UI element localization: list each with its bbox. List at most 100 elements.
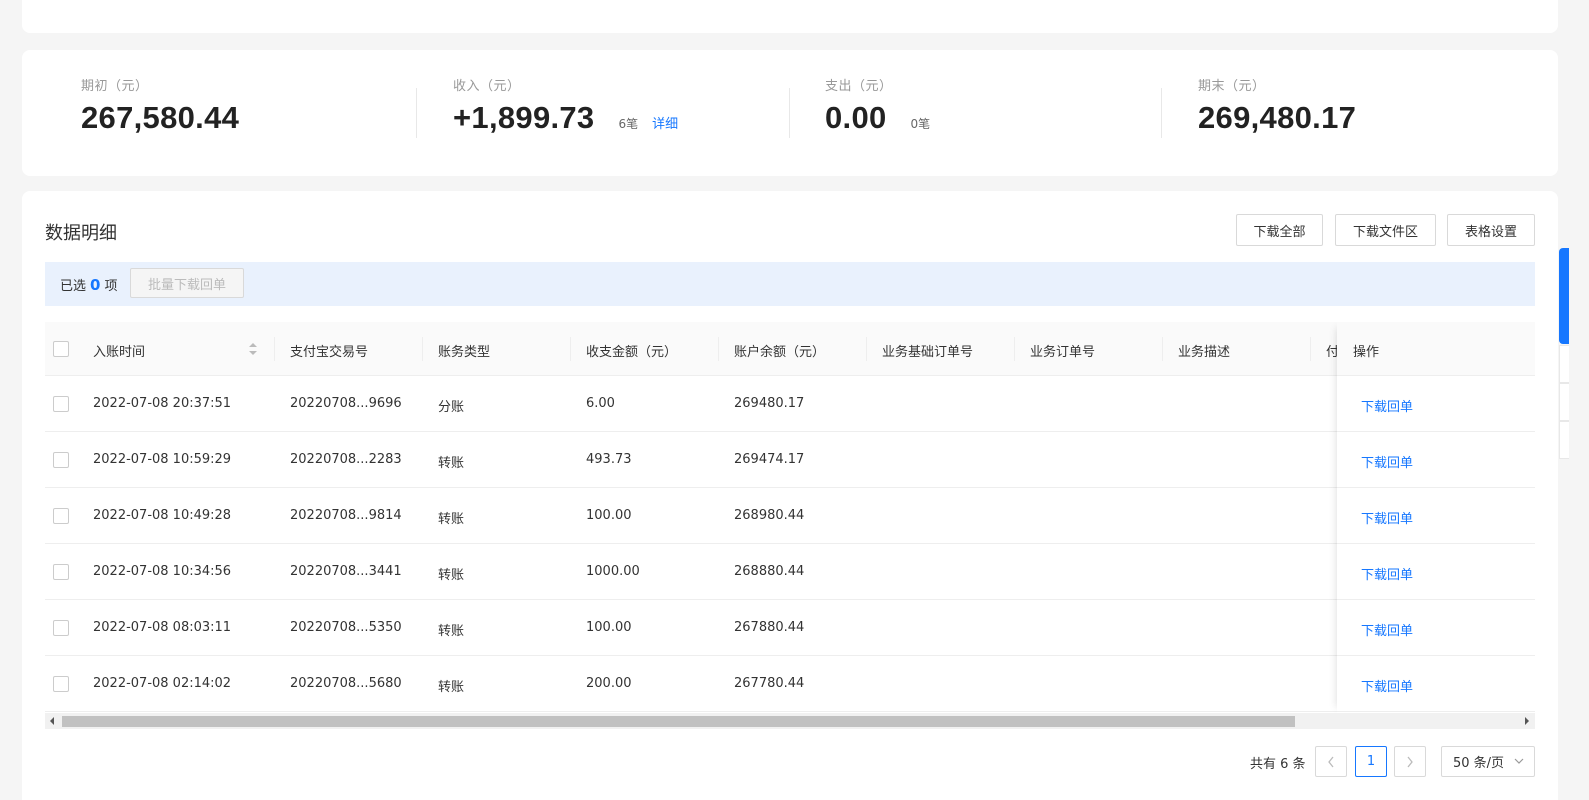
row-checkbox[interactable] xyxy=(53,396,69,412)
chevron-left-icon xyxy=(1328,756,1334,767)
col-action: 操作 xyxy=(1353,345,1380,360)
download-receipt-link[interactable]: 下载回单 xyxy=(1361,396,1413,415)
row-checkbox[interactable] xyxy=(53,620,69,636)
cell-trade-no: 20220708...5350 xyxy=(290,620,402,635)
closing-label: 期末（元） xyxy=(1198,79,1266,94)
download-receipt-link[interactable]: 下载回单 xyxy=(1361,508,1413,527)
cell-time: 2022-07-08 20:37:51 xyxy=(93,396,232,411)
page-size-value: 50 条/页 xyxy=(1453,756,1505,771)
row-checkbox[interactable] xyxy=(53,452,69,468)
cell-type: 分账 xyxy=(438,400,465,415)
cell-time: 2022-07-08 02:14:02 xyxy=(93,676,232,691)
cell-balance: 267880.44 xyxy=(734,620,805,635)
cell-time: 2022-07-08 08:03:11 xyxy=(93,620,232,635)
selection-text: 已选 0 项 xyxy=(60,275,117,294)
selection-suffix: 项 xyxy=(104,279,118,294)
cell-time: 2022-07-08 10:59:29 xyxy=(93,452,232,467)
download-receipt-link[interactable]: 下载回单 xyxy=(1361,564,1413,583)
action-row: 下载回单 xyxy=(1337,656,1535,712)
cell-time: 2022-07-08 10:34:56 xyxy=(93,564,232,579)
col-separator xyxy=(422,337,423,361)
cell-amount: 1000.00 xyxy=(586,564,640,579)
row-checkbox[interactable] xyxy=(53,676,69,692)
chevron-right-icon xyxy=(1407,756,1413,767)
download-receipt-link[interactable]: 下载回单 xyxy=(1361,452,1413,471)
prev-page-button[interactable] xyxy=(1315,746,1347,777)
scroll-thumb[interactable] xyxy=(62,716,1295,727)
batch-download-button[interactable]: 批量下载回单 xyxy=(130,268,244,298)
selection-count: 0 xyxy=(90,276,101,294)
expense-label: 支出（元） xyxy=(825,79,893,94)
download-area-button[interactable]: 下载文件区 xyxy=(1335,214,1436,246)
action-row: 下载回单 xyxy=(1337,376,1535,432)
col-separator xyxy=(274,337,275,361)
income-label: 收入（元） xyxy=(453,79,521,94)
sort-icon[interactable] xyxy=(248,342,258,356)
fixed-action-column: 操作 下载回单 下载回单 下载回单 下载回单 下载回单 下载回单 xyxy=(1337,322,1535,713)
cell-trade-no: 20220708...9814 xyxy=(290,508,402,523)
col-time[interactable]: 入账时间 xyxy=(93,341,145,360)
expense-value: 0.00 xyxy=(825,100,887,135)
cell-amount: 6.00 xyxy=(586,396,615,411)
horizontal-scrollbar[interactable] xyxy=(45,713,1535,729)
cell-trade-no: 20220708...3441 xyxy=(290,564,402,579)
cell-trade-no: 20220708...2283 xyxy=(290,452,402,467)
pagination-total: 共有 6 条 xyxy=(1250,757,1306,772)
stat-expense: 支出（元） 0.00 0笔 xyxy=(825,75,930,136)
action-row: 下载回单 xyxy=(1337,488,1535,544)
col-separator xyxy=(1014,337,1015,361)
stat-opening: 期初（元） 267,580.44 xyxy=(81,75,239,136)
table-settings-button[interactable]: 表格设置 xyxy=(1447,214,1535,246)
page-1-button[interactable]: 1 xyxy=(1355,746,1387,777)
selection-prefix: 已选 xyxy=(60,279,87,294)
action-row: 下载回单 xyxy=(1337,544,1535,600)
col-description: 业务描述 xyxy=(1178,345,1231,360)
download-all-button[interactable]: 下载全部 xyxy=(1236,214,1323,246)
cell-type: 转账 xyxy=(438,512,465,527)
action-header: 操作 xyxy=(1337,322,1535,376)
download-receipt-link[interactable]: 下载回单 xyxy=(1361,676,1413,695)
row-checkbox[interactable] xyxy=(53,508,69,524)
cell-balance: 267780.44 xyxy=(734,676,805,691)
next-page-button[interactable] xyxy=(1394,746,1426,777)
cell-balance: 268980.44 xyxy=(734,508,805,523)
col-trade-no: 支付宝交易号 xyxy=(290,345,369,360)
side-tab[interactable] xyxy=(1559,421,1569,459)
col-amount: 收支金额（元） xyxy=(586,345,678,360)
cell-type: 转账 xyxy=(438,624,465,639)
cell-amount: 100.00 xyxy=(586,620,632,635)
scroll-right-icon[interactable] xyxy=(1524,716,1530,726)
table-row: 2022-07-08 10:59:29 20220708...2283 转账 4… xyxy=(45,432,1535,488)
divider xyxy=(1161,88,1162,138)
side-tab[interactable] xyxy=(1559,345,1569,383)
col-separator xyxy=(570,337,571,361)
top-card xyxy=(22,0,1558,33)
table-row: 2022-07-08 20:37:51 20220708...9696 分账 6… xyxy=(45,376,1535,432)
table-row: 2022-07-08 10:49:28 20220708...9814 转账 1… xyxy=(45,488,1535,544)
cell-balance: 268880.44 xyxy=(734,564,805,579)
row-checkbox[interactable] xyxy=(53,564,69,580)
side-tab[interactable] xyxy=(1559,383,1569,421)
summary-card: 期初（元） 267,580.44 收入（元） +1,899.73 6笔 详细 支… xyxy=(22,50,1558,176)
page-size-select[interactable]: 50 条/页 xyxy=(1441,746,1535,777)
cell-type: 转账 xyxy=(438,680,465,695)
cell-balance: 269474.17 xyxy=(734,452,805,467)
data-table: 入账时间 支付宝交易号 账务类型 收支金额（元） 账户余额（元） 业务基础订单号… xyxy=(45,322,1535,713)
cell-type: 转账 xyxy=(438,568,465,583)
col-balance: 账户余额（元） xyxy=(734,345,826,360)
download-receipt-link[interactable]: 下载回单 xyxy=(1361,620,1413,639)
income-detail-link[interactable]: 详细 xyxy=(652,113,678,132)
expense-count: 0笔 xyxy=(910,117,931,131)
cell-time: 2022-07-08 10:49:28 xyxy=(93,508,232,523)
table-row: 2022-07-08 10:34:56 20220708...3441 转账 1… xyxy=(45,544,1535,600)
select-all-checkbox[interactable] xyxy=(53,341,69,357)
cell-type: 转账 xyxy=(438,456,465,471)
detail-title: 数据明细 xyxy=(45,223,117,244)
col-type: 账务类型 xyxy=(438,345,491,360)
cell-amount: 493.73 xyxy=(586,452,632,467)
divider xyxy=(416,88,417,138)
scroll-left-icon[interactable] xyxy=(49,716,55,726)
table-row: 2022-07-08 08:03:11 20220708...5350 转账 1… xyxy=(45,600,1535,656)
chevron-down-icon xyxy=(1514,758,1524,764)
side-tab-active[interactable] xyxy=(1559,248,1569,344)
